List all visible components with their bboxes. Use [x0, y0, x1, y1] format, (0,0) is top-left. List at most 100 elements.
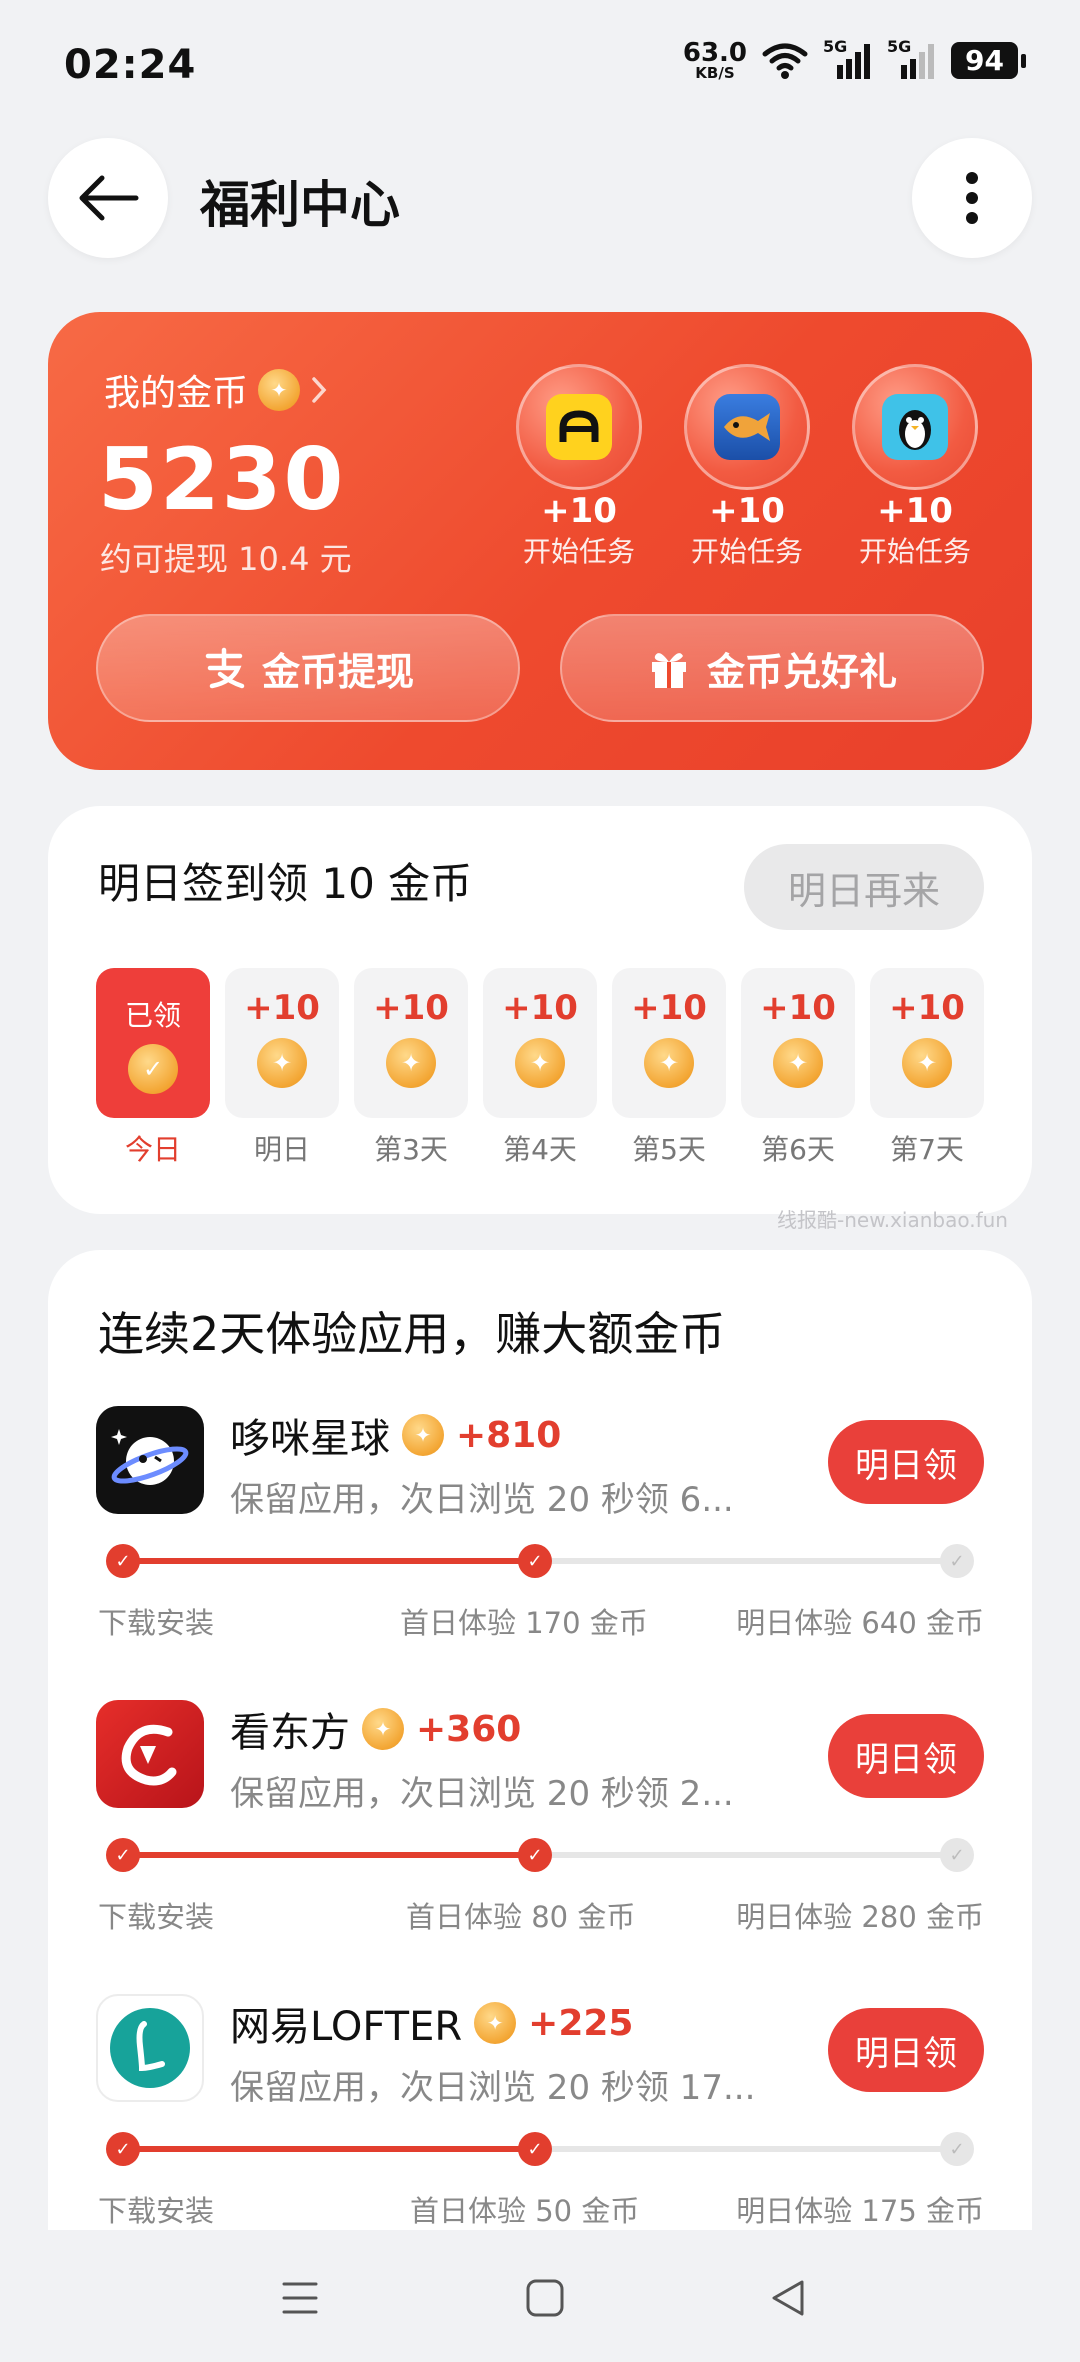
- signal-bars-weak-icon: [901, 43, 935, 79]
- come-back-tomorrow-button[interactable]: 明日再来: [744, 844, 984, 930]
- claim-tomorrow-button[interactable]: 明日领: [828, 1714, 984, 1798]
- step-label: 下载安装: [98, 2194, 215, 2228]
- app-bonus: +360: [416, 1708, 522, 1750]
- recents-button[interactable]: [270, 2268, 330, 2328]
- step-label: 下载安装: [98, 1900, 215, 1934]
- app-bonus: +225: [528, 2002, 634, 2044]
- task-label: 开始任务: [522, 534, 635, 568]
- coin-icon: ✦: [258, 369, 301, 411]
- day-label: 第5天: [632, 1133, 706, 1166]
- progress-fill: [108, 1852, 540, 1858]
- day-amount: 已领: [124, 999, 181, 1032]
- task-label: 开始任务: [690, 534, 803, 568]
- my-coins-link[interactable]: 我的金币 ✦: [104, 364, 328, 416]
- progress-fill: [108, 2146, 540, 2152]
- alipay-icon: [205, 647, 245, 689]
- penguin-game-icon: [882, 394, 948, 460]
- step-done-icon: ✓: [518, 1838, 552, 1872]
- signal-2: 5G: [887, 37, 937, 81]
- square-home-icon: [526, 2279, 564, 2317]
- exchange-gift-button[interactable]: 金币兑好礼: [560, 614, 984, 722]
- more-menu-button[interactable]: [912, 138, 1032, 258]
- step-label: 首日体验 170 金币: [400, 1606, 648, 1640]
- app-name-row: 哆咪星球 ✦ +810: [230, 1406, 561, 1464]
- task-bubble: [516, 364, 642, 490]
- day-label: 第7天: [890, 1133, 964, 1166]
- sign-in-card: 明日签到领 10 金币 明日再来 已领 ✓ 今日 +10 ✦ 明日 +10 ✦ 第3天…: [48, 806, 1032, 1214]
- day-item[interactable]: +10 ✦ 第5天: [612, 968, 726, 1168]
- chevron-right-icon: [312, 377, 327, 403]
- step-pending-icon: ✓: [940, 1838, 974, 1872]
- kandongfang-app-icon[interactable]: [96, 1700, 204, 1808]
- signal-1: 5G: [823, 37, 873, 81]
- progress-track: ✓ ✓ ✓: [106, 1838, 974, 1872]
- app-bonus: +810: [456, 1414, 562, 1456]
- step-label: 明日体验 175 金币: [736, 2194, 984, 2228]
- day-item[interactable]: +10 ✦ 第7天: [870, 968, 984, 1168]
- cash-estimate: 约可提现 10.4 元: [100, 540, 352, 578]
- day-item[interactable]: +10 ✦ 第3天: [354, 968, 468, 1168]
- step-done-icon: ✓: [106, 1544, 140, 1578]
- app-name-row: 网易LOFTER ✦ +225: [230, 1994, 633, 2052]
- app-description: 保留应用，次日浏览 20 秒领 17...: [230, 2068, 756, 2108]
- day-label: 今日: [124, 1133, 181, 1166]
- claim-tomorrow-button[interactable]: 明日领: [828, 1420, 984, 1504]
- coin-icon: ✓: [128, 1044, 178, 1094]
- net-speed-unit: KB/S: [695, 64, 735, 82]
- my-coins-label: 我的金币: [104, 373, 249, 414]
- coin-balance: 5230: [98, 430, 346, 530]
- fishing-game-icon: [714, 394, 780, 460]
- status-bar: 02:24 63.0 KB/S 5G 5G 94: [0, 0, 1080, 130]
- day-amount: +10: [373, 988, 449, 1028]
- page-title: 福利中心: [200, 176, 400, 234]
- day-amount: +10: [502, 988, 578, 1028]
- status-time: 02:24: [64, 42, 197, 88]
- day-label: 第4天: [503, 1133, 577, 1166]
- wifi-icon: [762, 43, 808, 79]
- day-item[interactable]: 已领 ✓ 今日: [96, 968, 210, 1168]
- task-car-app[interactable]: +10 开始任务: [504, 364, 654, 570]
- more-vertical-icon: [966, 172, 978, 224]
- coin-card: 我的金币 ✦ 5230 约可提现 10.4 元 +10 开始任务 +10 开始任…: [48, 312, 1032, 770]
- net-speed: 63.0 KB/S: [683, 40, 747, 81]
- coin-icon: ✦: [773, 1038, 823, 1088]
- sign-in-title: 明日签到领 10 金币: [98, 859, 473, 908]
- task-reward: +10: [709, 491, 785, 531]
- task-fishing-game[interactable]: +10 开始任务: [672, 364, 822, 570]
- app-trial-card: 连续2天体验应用，赚大额金币 哆咪星球 ✦ +810 保留应用，次日浏览 20 …: [48, 1250, 1032, 2250]
- coin-icon: ✦: [386, 1038, 436, 1088]
- day-item[interactable]: +10 ✦ 第6天: [741, 968, 855, 1168]
- progress-track: ✓ ✓ ✓: [106, 2132, 974, 2166]
- step-done-icon: ✓: [518, 1544, 552, 1578]
- task-reward: +10: [877, 491, 953, 531]
- duomi-planet-app-icon[interactable]: [96, 1406, 204, 1514]
- signal-bars-icon: [837, 43, 871, 79]
- withdraw-label: 金币提现: [261, 649, 414, 694]
- app-name: 哆咪星球: [230, 1416, 390, 1462]
- task-bubble: [684, 364, 810, 490]
- withdraw-button[interactable]: 金币提现: [96, 614, 520, 722]
- car-app-icon: [546, 394, 612, 460]
- step-label: 首日体验 80 金币: [406, 1900, 636, 1934]
- sign-in-days: 已领 ✓ 今日 +10 ✦ 明日 +10 ✦ 第3天 +10 ✦ 第4天 +10 ✦ 第5…: [96, 968, 984, 1168]
- app-description: 保留应用，次日浏览 20 秒领 2...: [230, 1774, 734, 1814]
- triangle-back-icon: [772, 2280, 804, 2316]
- day-item[interactable]: +10 ✦ 第4天: [483, 968, 597, 1168]
- progress-track: ✓ ✓ ✓: [106, 1544, 974, 1578]
- lofter-app-icon[interactable]: [96, 1994, 204, 2102]
- task-penguin-game[interactable]: +10 开始任务: [840, 364, 990, 570]
- watermark: 线报酷-new.xianbao.fun: [777, 1208, 1008, 1232]
- net-speed-value: 63.0: [682, 38, 748, 68]
- home-button[interactable]: [515, 2268, 575, 2328]
- day-item[interactable]: +10 ✦ 明日: [225, 968, 339, 1168]
- step-pending-icon: ✓: [940, 2132, 974, 2166]
- day-amount: +10: [244, 988, 320, 1028]
- back-button[interactable]: [48, 138, 168, 258]
- claim-tomorrow-button[interactable]: 明日领: [828, 2008, 984, 2092]
- day-amount: +10: [889, 988, 965, 1028]
- back-arrow-icon: [79, 175, 139, 221]
- coin-icon: ✦: [402, 1414, 444, 1456]
- app-name: 网易LOFTER: [230, 2004, 463, 2050]
- progress-fill: [108, 1558, 540, 1564]
- back-nav-button[interactable]: [758, 2268, 818, 2328]
